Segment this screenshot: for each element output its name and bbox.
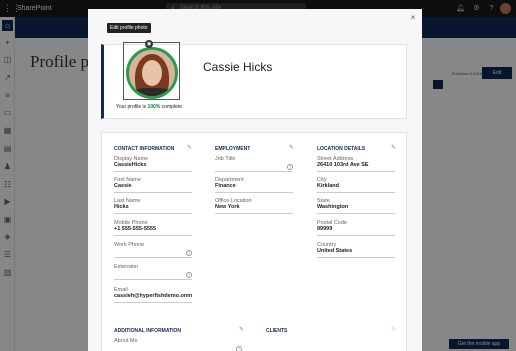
clients-section-title: CLIENTS (266, 328, 288, 334)
profile-modal: × ◉ Cassie Hicks Your profile is 100% co… (88, 9, 422, 351)
help-icon[interactable]: ? (186, 272, 192, 278)
department-field[interactable]: Department Finance (215, 177, 293, 193)
edit-employment-pencil-icon[interactable]: ✎ (289, 144, 294, 151)
profile-name: Cassie Hicks (203, 60, 273, 74)
help-icon[interactable]: ? (186, 250, 192, 256)
profile-details-card: CONTACT INFORMATION ✎ Display Name Cassie… (101, 132, 407, 351)
about-me-field[interactable]: About Me ? (114, 338, 242, 351)
mobile-phone-field[interactable]: Mobile Phone +1 555-555-5555 (114, 220, 192, 236)
work-phone-field[interactable]: Work Phone ? (114, 242, 192, 258)
additional-section-title: ADDITIONAL INFORMATION (114, 328, 182, 334)
camera-icon[interactable]: ◉ (145, 40, 153, 48)
edit-photo-tooltip: Edit profile photo (107, 23, 151, 33)
help-icon[interactable]: ? (287, 164, 293, 170)
profile-complete-text: Your profile is 100% complete (116, 104, 182, 110)
last-name-field[interactable]: Last Name Hicks (114, 198, 192, 214)
edit-location-pencil-icon[interactable]: ✎ (391, 144, 396, 151)
display-name-field[interactable]: Display Name CassieHicks (114, 156, 192, 172)
complete-percent: 100% (147, 104, 161, 110)
edit-clients-pencil-icon[interactable]: ✎ (391, 326, 396, 333)
street-address-field[interactable]: Street Address 26410 103rd Ave SE (317, 156, 395, 172)
extension-field[interactable]: Extension ? (114, 264, 192, 280)
help-icon[interactable]: ? (236, 346, 242, 351)
close-icon[interactable]: × (408, 13, 418, 23)
edit-additional-pencil-icon[interactable]: ✎ (239, 326, 244, 333)
job-title-field[interactable]: Job Title ? (215, 156, 293, 172)
profile-photo[interactable] (126, 47, 178, 99)
photo-frame[interactable]: ◉ (123, 40, 180, 100)
country-field[interactable]: Country United States (317, 242, 395, 258)
edit-contact-pencil-icon[interactable]: ✎ (187, 144, 192, 151)
contact-section-title: CONTACT INFORMATION (114, 146, 175, 152)
state-field[interactable]: State Washington (317, 198, 395, 214)
postal-code-field[interactable]: Postal Code 99999 (317, 220, 395, 236)
profile-header-card: ◉ Cassie Hicks Your profile is 100% comp… (101, 40, 407, 119)
first-name-field[interactable]: First Name Cassie (114, 177, 192, 193)
location-section-title: LOCATION DETAILS (317, 146, 366, 152)
email-field[interactable]: Email cassieh@hyperfishdemo.onmi... (114, 287, 192, 303)
city-field[interactable]: City Kirkland (317, 177, 395, 193)
office-location-field[interactable]: Office Location New York (215, 198, 293, 214)
employment-section-title: EMPLOYMENT (215, 146, 251, 152)
